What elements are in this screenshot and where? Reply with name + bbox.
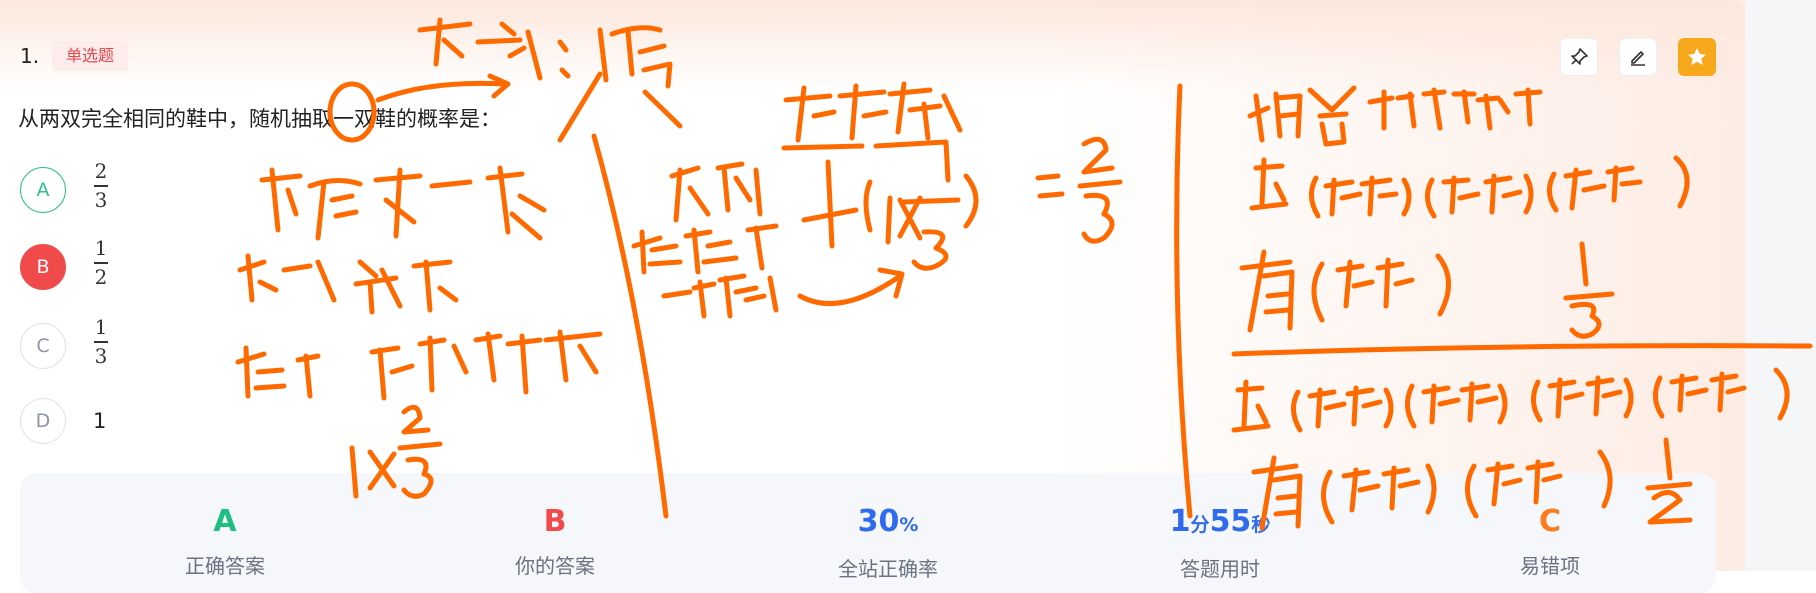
option-d-text: 1: [93, 409, 107, 433]
option-c-fraction: 1 3: [94, 316, 108, 367]
time-minutes-unit: 分: [1190, 514, 1210, 536]
option-a-button[interactable]: A: [20, 167, 66, 213]
question-number: 1.: [20, 44, 40, 68]
question-stem: 从两双完全相同的鞋中，随机抽取一双鞋的概率是：: [18, 107, 501, 131]
option-c-denominator: 3: [94, 343, 108, 368]
your-answer-value: B: [543, 504, 567, 539]
correct-answer-value: A: [213, 504, 237, 539]
fraction-bar: [94, 341, 108, 343]
time-used-value: 1分55秒: [1100, 503, 1340, 544]
site-accuracy-label: 全站正确率: [838, 557, 938, 581]
time-used-label: 答题用时: [1180, 557, 1260, 581]
stat-time-used: 1分55秒 答题用时: [1100, 503, 1340, 582]
site-accuracy-value: 30%: [768, 503, 1008, 544]
option-d-button[interactable]: D: [20, 398, 66, 444]
fraction-bar: [94, 262, 108, 264]
common-mistake-label: 易错项: [1520, 554, 1580, 578]
option-c-button[interactable]: C: [20, 323, 66, 369]
answer-stats-panel: A 正确答案 B 你的答案 30% 全站正确率 1分55秒 答题用时 C 易错项: [20, 473, 1716, 593]
pin-icon: [1571, 48, 1588, 65]
edit-icon: [1631, 51, 1645, 66]
option-b-fraction: 1 2: [94, 237, 108, 288]
your-answer-label: 你的答案: [515, 554, 595, 578]
time-minutes: 1: [1169, 504, 1191, 539]
favorite-button[interactable]: [1678, 38, 1716, 76]
option-b-numerator: 1: [94, 236, 108, 260]
accuracy-unit: %: [899, 514, 919, 536]
pin-button[interactable]: [1560, 38, 1598, 76]
option-a-fraction: 2 3: [94, 160, 108, 211]
time-seconds: 55: [1209, 504, 1252, 539]
note-button[interactable]: [1619, 38, 1657, 76]
accuracy-number: 30: [857, 504, 900, 539]
common-mistake-value: C: [1538, 504, 1562, 539]
option-b-button[interactable]: B: [20, 244, 66, 290]
option-c-numerator: 1: [94, 315, 108, 339]
stat-site-accuracy: 30% 全站正确率: [768, 503, 1008, 582]
option-a-numerator: 2: [94, 159, 108, 183]
correct-answer-label: 正确答案: [185, 554, 265, 578]
question-type-badge: 单选题: [52, 41, 129, 71]
stat-your-answer: B 你的答案: [435, 503, 675, 579]
side-panel: [1745, 0, 1816, 571]
stat-common-mistake: C 易错项: [1430, 503, 1670, 579]
star-icon: [1688, 48, 1706, 65]
option-a-denominator: 3: [94, 187, 108, 212]
option-b-denominator: 2: [94, 264, 108, 289]
stat-correct-answer: A 正确答案: [105, 503, 345, 579]
card-header-gradient: [0, 0, 1745, 90]
time-seconds-unit: 秒: [1251, 514, 1271, 536]
fraction-bar: [94, 185, 108, 187]
